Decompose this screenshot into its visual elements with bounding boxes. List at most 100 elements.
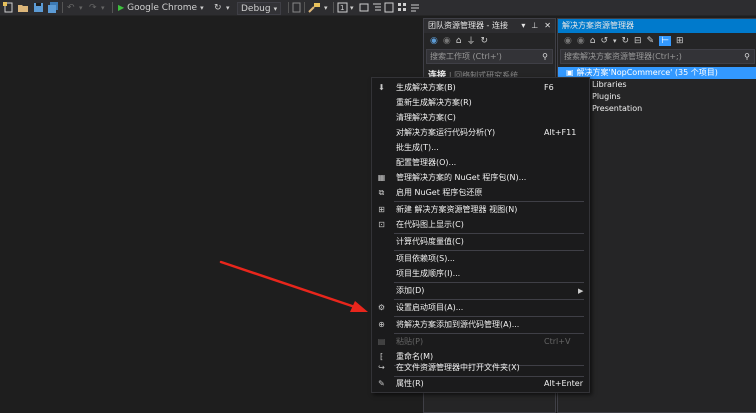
start-debug-button[interactable]: ▶ Google Chrome ▾ bbox=[118, 2, 204, 13]
tree-item-label: Presentation bbox=[592, 104, 643, 113]
menu-item-code-analysis[interactable]: 对解决方案运行代码分析(Y) Alt+F11 bbox=[372, 125, 589, 140]
menu-item-label: 粘贴(P) bbox=[396, 337, 424, 346]
menu-item-add[interactable]: 添加(D) ▶ bbox=[372, 283, 589, 298]
menu-item-label: 设置启动项目(A)... bbox=[396, 303, 464, 312]
refresh-dropdown-icon[interactable]: ▾ bbox=[226, 2, 230, 13]
redo-icon[interactable]: ↷ bbox=[89, 2, 97, 13]
menu-item-add-to-source-control[interactable]: ⊕ 将解决方案添加到源代码管理(A)... bbox=[372, 317, 589, 332]
team-explorer-title-bar: 团队资源管理器 - 连接 ▾ ⊥ ✕ bbox=[424, 19, 555, 33]
collapse-icon[interactable]: ⊟ bbox=[634, 36, 642, 46]
nuget-icon: ▦ bbox=[377, 173, 386, 182]
svg-text:1: 1 bbox=[340, 4, 344, 12]
menu-item-code-metrics[interactable]: 计算代码度量值(C) bbox=[372, 234, 589, 249]
menu-item-properties[interactable]: ✎ 属性(R) Alt+Enter bbox=[372, 376, 589, 391]
menu-item-label: 生成解决方案(B) bbox=[396, 83, 456, 92]
menu-item-config-manager[interactable]: 配置管理器(O)... bbox=[372, 155, 589, 170]
window-icon[interactable] bbox=[292, 2, 301, 13]
solution-config-select[interactable]: Debug ▾ bbox=[237, 2, 282, 15]
paste-icon: ▤ bbox=[377, 337, 386, 346]
menu-item-clean-solution[interactable]: 清理解决方案(C) bbox=[372, 110, 589, 125]
chevron-down-icon: ▾ bbox=[200, 3, 204, 12]
team-explorer-search-input[interactable]: 搜索工作项 (Ctrl+') ⚲ bbox=[426, 49, 553, 64]
menu-item-set-startup-projects[interactable]: ⚙ 设置启动项目(A)... bbox=[372, 300, 589, 315]
menu-item-project-dependencies[interactable]: 项目依赖项(S)... bbox=[372, 251, 589, 266]
source-control-icon: ⊕ bbox=[378, 320, 385, 329]
grid-icon[interactable] bbox=[397, 2, 407, 13]
menu-item-build-solution[interactable]: ⬇ 生成解决方案(B) F6 bbox=[372, 80, 589, 95]
menu-item-label: 计算代码度量值(C) bbox=[396, 237, 464, 246]
main-toolbar: ↶ ▾ ↷ ▾ ▶ Google Chrome ▾ ↻ ▾ Debug ▾ ▾ … bbox=[0, 0, 756, 16]
menu-item-label: 在文件资源管理器中打开文件夹(X) bbox=[396, 363, 520, 372]
uncomment-icon[interactable] bbox=[384, 2, 394, 13]
new-project-icon[interactable] bbox=[3, 2, 14, 13]
save-all-icon[interactable] bbox=[47, 2, 59, 13]
team-explorer-toolbar: ◉ ◉ ⌂ ⏚ ↻ bbox=[424, 33, 555, 48]
redo-dropdown-icon[interactable]: ▾ bbox=[101, 2, 105, 13]
search-icon[interactable]: ⚲ bbox=[538, 50, 552, 63]
menu-item-label: 属性(R) bbox=[396, 379, 424, 388]
refresh-icon[interactable]: ↻ bbox=[480, 36, 488, 46]
close-icon[interactable]: ✕ bbox=[544, 19, 551, 33]
plug-icon[interactable]: ⏚ bbox=[466, 34, 475, 47]
open-folder-icon: ↪ bbox=[378, 363, 385, 372]
home-icon[interactable]: ⌂ bbox=[456, 36, 462, 46]
forward-icon[interactable]: ◉ bbox=[577, 36, 585, 46]
solution-explorer-title: 解决方案资源管理器 bbox=[562, 21, 634, 30]
chevron-down-icon: ▾ bbox=[273, 4, 278, 13]
comment-icon[interactable]: 1 bbox=[337, 2, 348, 13]
menu-item-label: 对解决方案运行代码分析(Y) bbox=[396, 128, 496, 137]
menu-item-shortcut: Ctrl+V bbox=[544, 337, 571, 346]
menu-item-enable-nuget-restore[interactable]: ⧉ 启用 NuGet 程序包还原 bbox=[372, 185, 589, 200]
forward-icon[interactable]: ◉ bbox=[443, 36, 451, 46]
indent-icon[interactable] bbox=[372, 2, 382, 13]
chevron-down-icon[interactable]: ▾ bbox=[613, 37, 617, 45]
undo-dropdown-icon[interactable]: ▾ bbox=[79, 2, 83, 13]
menu-item-label: 清理解决方案(C) bbox=[396, 113, 456, 122]
tree-item-label: Libraries bbox=[592, 80, 627, 89]
menu-item-label: 重新生成解决方案(R) bbox=[396, 98, 472, 107]
gear-icon: ⚙ bbox=[377, 303, 386, 312]
preview-icon[interactable]: ⊢ bbox=[659, 35, 671, 46]
chevron-down-icon[interactable]: ▾ bbox=[521, 19, 525, 33]
bookmark-icon[interactable] bbox=[359, 2, 369, 13]
open-file-icon[interactable] bbox=[17, 2, 29, 13]
wrench-icon[interactable]: ✎ bbox=[647, 36, 655, 46]
undo-icon[interactable]: ↶ bbox=[67, 2, 75, 13]
home-icon[interactable]: ⌂ bbox=[590, 36, 596, 46]
refresh-icon[interactable]: ↻ bbox=[214, 2, 222, 13]
history-icon[interactable]: ↺ bbox=[600, 36, 608, 46]
wrench-icon: ✎ bbox=[378, 379, 385, 388]
menu-item-label: 将解决方案添加到源代码管理(A)... bbox=[396, 320, 520, 329]
refresh-icon[interactable]: ↻ bbox=[622, 36, 630, 46]
solution-explorer-search-input[interactable]: 搜索解决方案资源管理器(Ctrl+;) ⚲ bbox=[560, 49, 755, 64]
build-icon: ⬇ bbox=[378, 83, 385, 92]
menu-item-shortcut: Alt+Enter bbox=[544, 379, 584, 388]
back-icon[interactable]: ◉ bbox=[430, 36, 438, 46]
search-placeholder: 搜索解决方案资源管理器(Ctrl+;) bbox=[564, 52, 682, 61]
browser-label: Google Chrome bbox=[127, 2, 198, 13]
menu-item-label: 批生成(T)... bbox=[396, 143, 439, 152]
new-view-icon: ⊞ bbox=[378, 205, 385, 214]
menu-item-manage-nuget[interactable]: ▦ 管理解决方案的 NuGet 程序包(N)... bbox=[372, 170, 589, 185]
pin-icon[interactable]: ⊥ bbox=[531, 19, 538, 33]
menu-item-paste[interactable]: ▤ 粘贴(P) Ctrl+V bbox=[372, 334, 589, 349]
menu-item-open-in-explorer[interactable]: ↪ 在文件资源管理器中打开文件夹(X) bbox=[372, 360, 589, 375]
view-icon[interactable]: ⊞ bbox=[676, 36, 684, 46]
back-icon[interactable]: ◉ bbox=[564, 36, 572, 46]
find-icon[interactable] bbox=[308, 2, 322, 13]
solution-explorer-toolbar: ◉ ◉ ⌂ ↺ ▾ ↻ ⊟ ✎ ⊢ ⊞ bbox=[558, 33, 756, 48]
search-placeholder: 搜索工作项 (Ctrl+') bbox=[430, 52, 502, 61]
menu-item-new-view[interactable]: ⊞ 新建 解决方案资源管理器 视图(N) bbox=[372, 202, 589, 217]
menu-item-build-order[interactable]: 项目生成顺序(I)... bbox=[372, 266, 589, 281]
comment-lines-icon[interactable] bbox=[410, 2, 420, 13]
submenu-arrow-icon: ▶ bbox=[578, 286, 584, 295]
menu-item-show-on-code-map[interactable]: ⊡ 在代码图上显示(C) bbox=[372, 217, 589, 232]
search-icon[interactable]: ⚲ bbox=[740, 50, 754, 63]
code-map-icon: ⊡ bbox=[378, 220, 385, 229]
save-icon[interactable] bbox=[33, 2, 44, 13]
find-dropdown-icon[interactable]: ▾ bbox=[324, 2, 328, 13]
menu-item-batch-build[interactable]: 批生成(T)... bbox=[372, 140, 589, 155]
solution-explorer-title-bar: 解决方案资源管理器 bbox=[558, 19, 756, 33]
menu-item-rebuild-solution[interactable]: 重新生成解决方案(R) bbox=[372, 95, 589, 110]
comment-dropdown-icon[interactable]: ▾ bbox=[350, 2, 354, 13]
